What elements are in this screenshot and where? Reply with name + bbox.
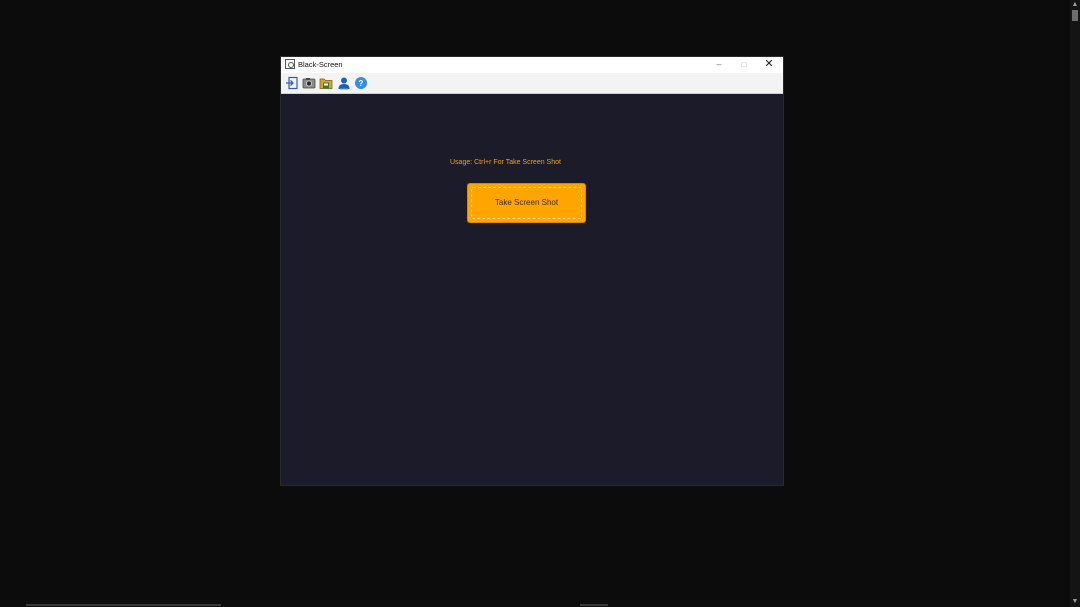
app-window: Black-Screen – □ ✕ ? Usage: Ctrl+r For T… xyxy=(281,57,783,485)
main-content: Usage: Ctrl+r For Take Screen Shot Take … xyxy=(281,94,783,485)
minimize-button[interactable]: – xyxy=(707,57,731,73)
window-title: Black-Screen xyxy=(298,60,343,69)
close-button[interactable]: ✕ xyxy=(757,57,781,73)
take-screenshot-button[interactable]: Take Screen Shot xyxy=(467,183,586,223)
usage-hint: Usage: Ctrl+r For Take Screen Shot xyxy=(450,159,561,166)
folder-icon[interactable] xyxy=(319,76,333,90)
vertical-scrollbar[interactable]: ▲ ▼ xyxy=(1070,0,1080,607)
user-icon[interactable] xyxy=(337,76,351,90)
scroll-down-icon[interactable]: ▼ xyxy=(1071,598,1079,606)
desktop: Black-Screen – □ ✕ ? Usage: Ctrl+r For T… xyxy=(0,0,1080,607)
scrollbar-thumb[interactable] xyxy=(1072,10,1078,21)
scroll-up-icon[interactable]: ▲ xyxy=(1071,1,1079,9)
horizontal-scrollbar-thumb[interactable] xyxy=(26,604,221,606)
app-icon xyxy=(285,59,295,69)
exit-icon[interactable] xyxy=(285,76,299,90)
svg-text:?: ? xyxy=(359,79,364,88)
maximize-button[interactable]: □ xyxy=(732,57,756,73)
horizontal-scrollbar-marker xyxy=(580,604,608,606)
camera-icon[interactable] xyxy=(302,76,316,90)
toolbar: ? xyxy=(281,73,783,94)
help-icon[interactable]: ? xyxy=(354,76,368,90)
title-bar[interactable]: Black-Screen – □ ✕ xyxy=(281,57,783,73)
